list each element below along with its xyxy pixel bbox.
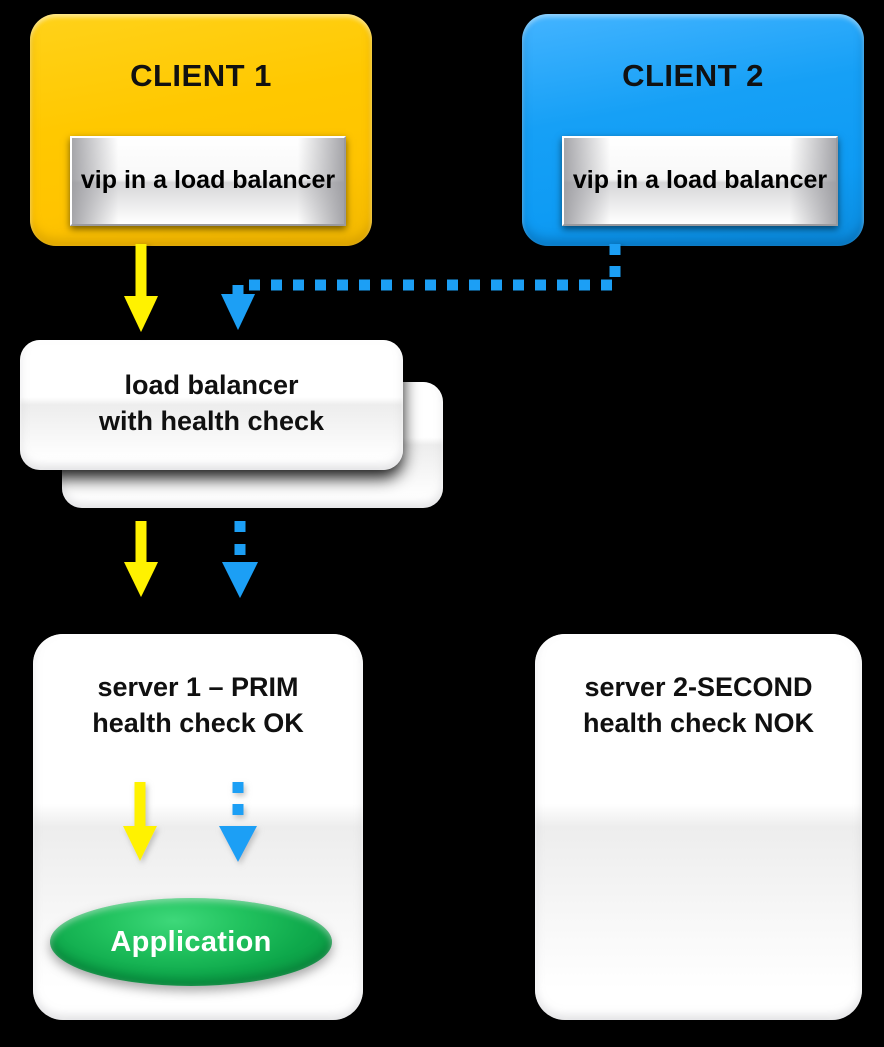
client-2-vip-label: vip in a load balancer xyxy=(572,166,828,195)
load-balancer-label: load balancer with health check xyxy=(98,370,325,436)
flow-lb-to-server1-dotted-arrow xyxy=(222,521,258,598)
client-1-box[interactable]: CLIENT 1 vip in a load balancer xyxy=(30,14,372,246)
flow-lb-to-server1-solid-arrow xyxy=(124,521,158,597)
application-label: Application xyxy=(110,925,272,958)
client-1-vip-plate[interactable]: vip in a load balancer xyxy=(70,136,346,226)
client-2-box[interactable]: CLIENT 2 vip in a load balancer xyxy=(522,14,864,246)
flow-client2-to-lb-arrow xyxy=(221,244,621,330)
flow-client1-to-lb-arrow xyxy=(124,244,158,332)
server-1-label: server 1 – PRIM health check OK xyxy=(92,672,304,738)
diagram-canvas: CLIENT 1 vip in a load balancer CLIENT 2… xyxy=(0,0,884,1047)
server-2-box[interactable]: server 2-SECOND health check NOK xyxy=(535,634,862,1020)
client-1-title: CLIENT 1 xyxy=(130,58,272,93)
application-node[interactable]: Application xyxy=(50,898,332,986)
client-2-vip-plate[interactable]: vip in a load balancer xyxy=(562,136,838,226)
client-2-title: CLIENT 2 xyxy=(622,58,764,93)
load-balancer-box[interactable]: load balancer with health check xyxy=(20,340,403,470)
server-2-label: server 2-SECOND health check NOK xyxy=(582,672,815,738)
client-1-vip-label: vip in a load balancer xyxy=(80,166,336,195)
